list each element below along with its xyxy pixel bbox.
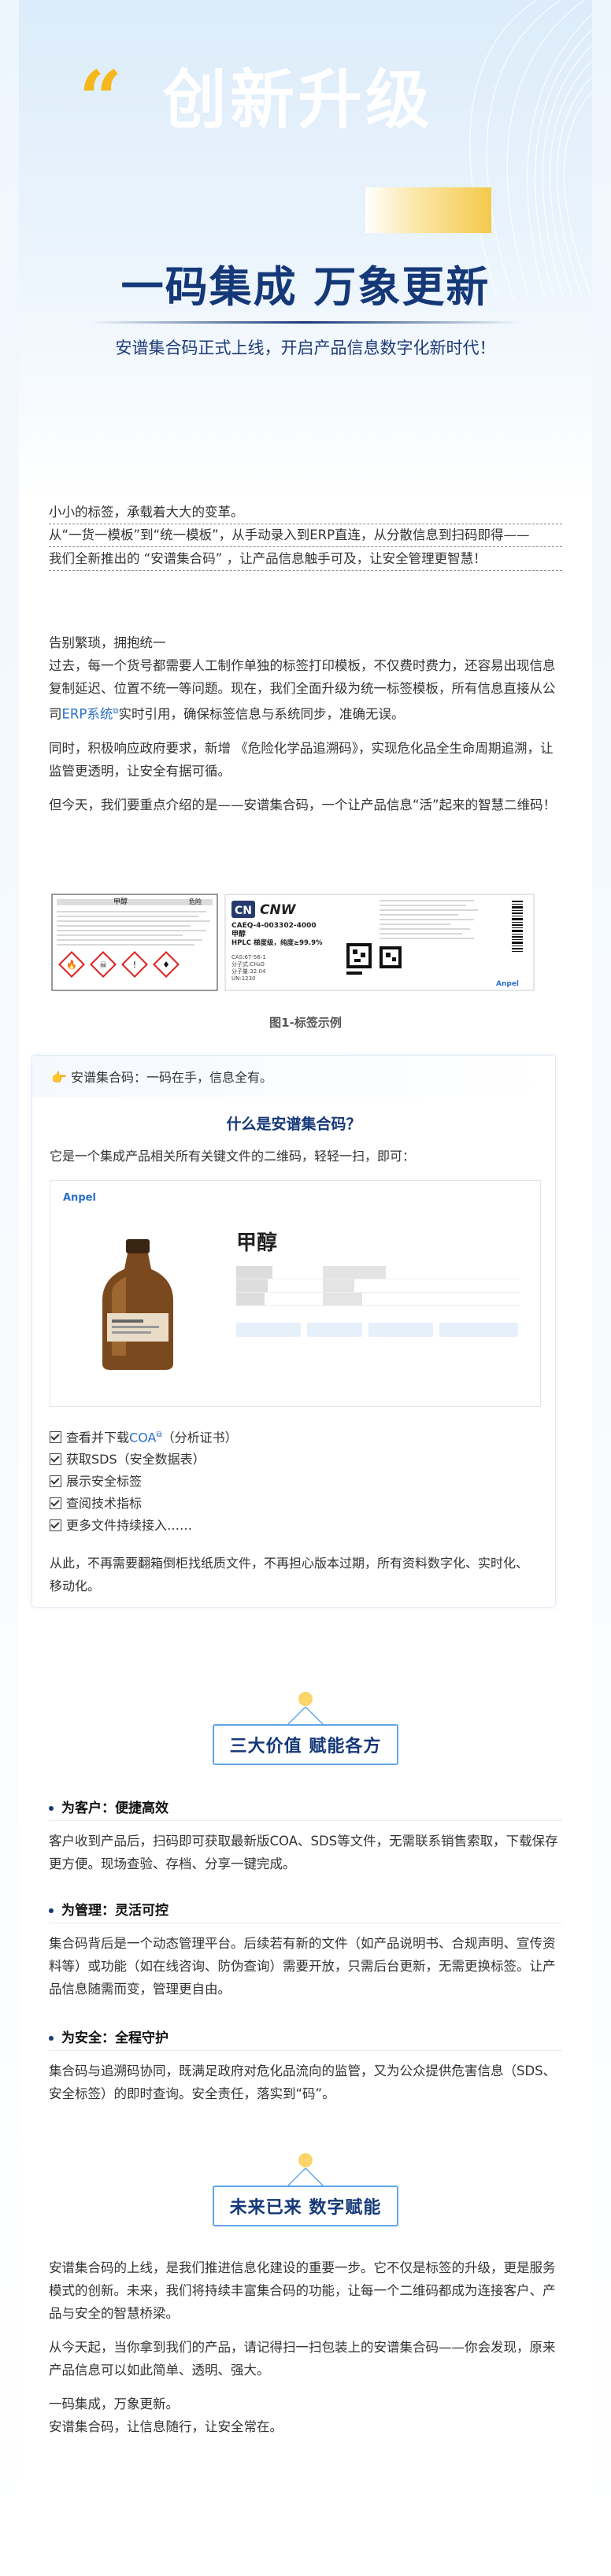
future-section-title: 未来已来 数字赋能 [0,2186,611,2226]
value-heading-customer: 为客户：便捷高效 [49,1797,168,1816]
product-page-screenshot: Anpel 甲醇 [50,1180,541,1407]
cas-number: CAS:67-56-1 [231,954,266,960]
hero-banner: “ 创新升级 一码集成 万象更新 安谱集合码正式上线，开启产品信息数字化新时代！ [19,0,592,504]
quote-icon: “ [79,54,123,143]
coa-link[interactable]: COA [129,1430,156,1445]
value-text-management: 集合码背后是一个动态管理平台。后续若有新的文件（如产品说明书、合规声明、宣传资料… [49,1936,556,1997]
values-title: 三大价值 赋能各方 [212,1724,399,1765]
intro-line-2: 从“一货一模板”到“统一模板”，从手动录入到ERP直连，从分散信息到扫码即得—— [49,524,562,547]
paragraph-1: 告别繁琐，拥抱统一 过去，每一个货号都需要人工制作单独的标签打印模板，不仅费时费… [49,631,562,726]
future-p4: 安谱集合码，让信息随行，让安全常在。 [49,2419,283,2434]
checkbox-icon [50,1497,61,1510]
hero-subtitle: 安谱集合码正式上线，开启产品信息数字化新时代！ [115,339,496,357]
doc-button[interactable] [236,1323,301,1337]
screenshot-doc-buttons [236,1323,520,1337]
heading-divider [49,1820,562,1821]
what-is-closing: 从此，不再需要翻箱倒柜找纸质文件，不再担心版本过期，所有资料数字化、实时化、移动… [50,1556,529,1593]
left-label-tag: 危险 [189,898,202,905]
bullet-icon [49,1806,54,1811]
brand-name: CNW [260,902,297,918]
checklist-text-suffix: （分析证书） [161,1430,238,1445]
article-page: “ 创新升级 一码集成 万象更新 安谱集合码正式上线，开启产品信息数字化新时代！… [0,0,611,2576]
hero-watermark-text: 创新升级 [162,63,434,138]
anpel-logo: Anpel [496,980,519,988]
svg-text:🔥: 🔥 [66,960,77,970]
screenshot-product-title: 甲醇 [236,1231,278,1255]
intro-block: 小小的标签，承载着大大的变革。 从“一货一模板”到“统一模板”，从手动录入到ER… [49,501,562,571]
pointing-hand-icon: 👉 [51,1070,67,1085]
paragraph-1-lead: 告别繁琐，拥抱统一 [49,635,166,650]
body-paragraphs: 告别繁琐，拥抱统一 过去，每一个货号都需要人工制作单独的标签打印模板，不仅费时费… [49,631,562,827]
label-illustration: 🔥 ☠! ♦ 甲醇 危险 CN CNW CAEQ-4-003302-4000 甲醇 … [51,894,535,991]
molecular-weight: 分子量:32.04 [231,968,266,975]
value-heading-text: 为管理：灵活可控 [61,1903,168,1919]
hero-title-underline [90,321,521,324]
values-section-title: 三大价值 赋能各方 [0,1724,611,1765]
checklist-text: 查看并下载 [66,1430,130,1445]
product-grade: HPLC 梯度级，纯度≥99.9% [231,938,323,947]
future-paragraphs: 安谱集合码的上线，是我们推进信息化建设的重要一步。它不仅是标签的升级，更是服务模… [49,2256,562,2449]
bullet-icon [49,1908,54,1913]
heading-divider [49,2050,562,2051]
title-connector-deco [286,2153,325,2188]
feature-checklist: 查看并下载COA⧉（分析证书） 获取SDS（安全数据表） 展示安全标签 查阅技术… [50,1424,238,1537]
checkbox-icon [50,1519,61,1532]
gold-accent-bar [365,187,491,233]
svg-text:!: ! [133,960,136,970]
checklist-item: 查看并下载COA⧉（分析证书） [50,1424,238,1449]
future-p3: 一码集成，万象更新。 [49,2396,179,2411]
checklist-item: 更多文件持续接入…… [50,1515,238,1537]
intro-line-1: 小小的标签，承载着大大的变革。 [49,501,562,524]
checklist-item: 展示安全标签 [50,1471,238,1493]
value-heading-management: 为管理：灵活可控 [49,1899,168,1919]
paragraph-1-text-b: 实时引用，确保标签信息与系统同步，准确无误。 [118,706,405,722]
checkbox-icon [50,1431,61,1444]
paragraph-2: 同时，积极响应政府要求，新增 《危险化学品追溯码》，实现危化品全生命周期追溯，让… [49,740,554,779]
hero-title: 一码集成 万象更新 [120,262,491,312]
label-example-figure: 🔥 ☠! ♦ 甲醇 危险 CN CNW CAEQ-4-003302-4000 甲醇 … [49,890,537,992]
value-text-safety: 集合码与追溯码协同，既满足政府对危化品流向的监管，又为公众提供危害信息（SDS、… [49,2063,557,2101]
value-text-customer: 客户收到产品后，扫码即可获取最新版COA、SDS等文件，无需联系销售索取，下载保… [49,1834,558,1871]
doc-button[interactable] [307,1323,362,1337]
formula: 分子式:CH₄O [231,960,265,968]
svg-text:♦: ♦ [162,960,170,970]
checkbox-icon [50,1475,61,1488]
left-label-title: 甲醇 [113,897,128,906]
screenshot-logo: Anpel [63,1192,96,1204]
value-heading-text: 为客户：便捷高效 [61,1801,168,1816]
future-p2: 从今天起，当你拿到我们的产品，请记得扫一扫包装上的安谱集合码——你会发现，原来产… [49,2340,556,2378]
erp-link[interactable]: ERP系统 [62,707,113,722]
screenshot-info-table [236,1266,520,1306]
product-name: 甲醇 [231,929,246,938]
checklist-text: 展示安全标签 [66,1474,143,1490]
checklist-item: 获取SDS（安全数据表） [50,1449,238,1471]
future-title: 未来已来 数字赋能 [212,2186,399,2226]
what-is-desc: 它是一个集成产品相关所有关键文件的二维码，轻轻一扫，即可： [50,1149,416,1164]
bullet-icon [49,2036,54,2041]
checklist-item: 查阅技术指标 [50,1493,238,1515]
checkbox-icon [50,1453,61,1466]
product-code: CAEQ-4-003302-4000 [231,922,317,930]
figure-caption: 图1-标签示例 [269,1016,342,1030]
what-is-card: 👉 安谱集合码：一码在手，信息全有。 什么是安谱集合码？ 它是一个集成产品相关所… [31,1055,556,1608]
card-header: 👉 安谱集合码：一码在手，信息全有。 [51,1067,272,1086]
checklist-text: 查阅技术指标 [66,1496,143,1512]
external-link-icon: ⧉ [156,1430,162,1439]
svg-text:CN: CN [235,905,252,917]
svg-text:☠: ☠ [99,960,107,970]
un-number: UN:1230 [231,975,256,982]
what-is-title: 什么是安谱集合码？ [226,1116,361,1133]
paragraph-3: 但今天，我们要重点介绍的是——安谱集合码，一个让产品信息“活”起来的智慧二维码！ [49,797,557,812]
title-connector-deco [286,1692,325,1727]
doc-button[interactable] [368,1323,433,1337]
card-header-text: 安谱集合码：一码在手，信息全有。 [71,1070,273,1085]
value-heading-text: 为安全：全程守护 [61,2030,168,2046]
bottle-image [102,1239,173,1370]
intro-line-3: 我们全新推出的 “安谱集合码” ，让产品信息触手可及，让安全管理更智慧！ [49,547,562,571]
future-p1: 安谱集合码的上线，是我们推进信息化建设的重要一步。它不仅是标签的升级，更是服务模… [49,2260,556,2321]
value-heading-safety: 为安全：全程守护 [49,2026,168,2046]
checklist-text: 获取SDS（安全数据表） [66,1452,206,1468]
checklist-text: 更多文件持续接入…… [66,1518,193,1534]
doc-button[interactable] [439,1323,518,1337]
